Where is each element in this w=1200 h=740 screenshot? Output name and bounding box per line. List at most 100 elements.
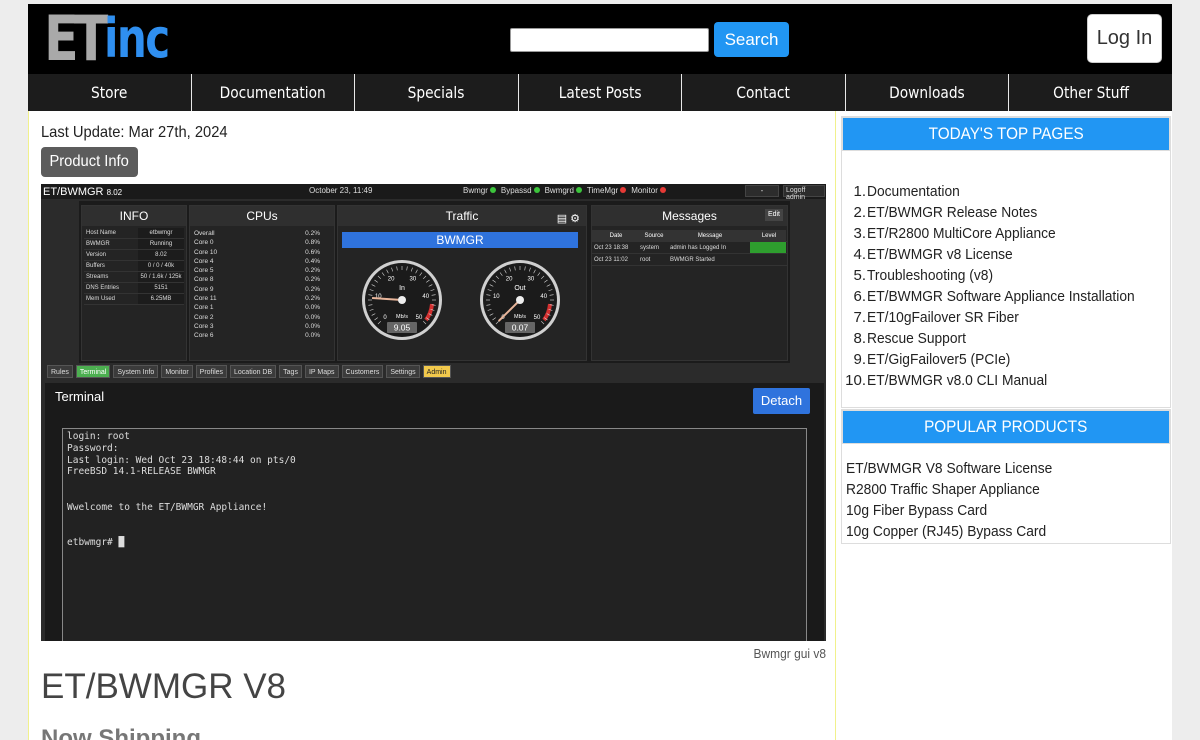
gui-tab: Monitor	[161, 365, 193, 378]
gui-tab: Admin	[422, 365, 451, 378]
nav-item-latest-posts[interactable]: Latest Posts	[518, 74, 683, 111]
messages-header-cell: Level	[750, 230, 786, 241]
top-page-link[interactable]: 1.Documentation	[842, 181, 1158, 202]
top-pages-title: TODAY'S TOP PAGES	[842, 117, 1170, 151]
gui-cpus-title: CPUs	[190, 206, 334, 226]
top-page-link[interactable]: 10.ET/BWMGR v8.0 CLI Manual	[842, 370, 1158, 391]
nav-item-contact[interactable]: Contact	[682, 74, 846, 111]
info-value: 5151	[138, 283, 184, 293]
gui-tab: Tags	[279, 365, 302, 378]
info-row: DNS Entries 5151	[84, 283, 184, 294]
top-page-label: ET/BWMGR v8.0 CLI Manual	[867, 372, 1048, 389]
message-cell: admin has Logged In	[670, 245, 727, 251]
top-page-link[interactable]: 3.ET/R2800 MultiCore Appliance	[842, 223, 1158, 244]
cpu-value: 0.6%	[305, 248, 320, 256]
cpu-row: Core 10 0.6%	[190, 248, 334, 257]
top-page-label: ET/10gFailover SR Fiber	[867, 309, 1019, 326]
gui-tabs: Rules Terminal System Info Monitor Profiles L…	[47, 365, 451, 379]
product-screenshot[interactable]: ET/BWMGR 8.02 October 23, 11:49 Bwmgr Byp…	[41, 184, 826, 641]
top-page-number: 6.	[853, 288, 866, 305]
top-page-link[interactable]: 8.Rescue Support	[842, 328, 1158, 349]
top-page-number: 9.	[853, 351, 866, 368]
gui-status-item: Bypassd	[501, 186, 540, 195]
last-update-text: Last Update: Mar 27th, 2024	[41, 124, 228, 141]
info-value: 8.02	[138, 250, 184, 260]
info-key: Host Name	[86, 230, 117, 236]
cpu-row: Core 0 0.8%	[190, 238, 334, 247]
nav-label: Store	[91, 83, 128, 102]
nav-item-specials[interactable]: Specials	[355, 74, 519, 111]
site-logo[interactable]: ET inc	[44, 8, 187, 70]
top-page-link[interactable]: 9.ET/GigFailover5 (PCIe)	[842, 349, 1158, 370]
search-input[interactable]	[510, 28, 709, 52]
messages-header-row: Date Source Message Level	[592, 230, 787, 242]
popular-product-link[interactable]: 10g Copper (RJ45) Bypass Card	[846, 521, 1052, 542]
cpu-name: Core 5	[194, 267, 214, 275]
product-info-button[interactable]: Product Info	[41, 147, 138, 177]
top-page-link[interactable]: 4.ET/BWMGR v8 License	[842, 244, 1158, 265]
top-page-number: 10.	[845, 372, 866, 389]
message-cell	[750, 254, 786, 265]
cpu-row: Overall 0.2%	[190, 229, 334, 238]
top-page-link[interactable]: 5.Troubleshooting (v8)	[842, 265, 1158, 286]
info-value: 50 / 1.6k / 125k	[138, 272, 184, 282]
info-value: 6.25MB	[138, 294, 184, 304]
top-page-label: ET/R2800 MultiCore Appliance	[867, 225, 1056, 242]
popular-product-link[interactable]: ET/BWMGR V8 Software License	[846, 458, 1052, 479]
top-page-label: Rescue Support	[867, 330, 966, 347]
gui-traffic-panel: Traffic▤ ⚙ BWMGR 01020304050InMb/s9.05 0…	[337, 205, 587, 361]
cpu-value: 0.0%	[305, 313, 320, 321]
gui-info-title: INFO	[82, 206, 186, 226]
status-dot-icon	[533, 187, 540, 193]
gui-tab: IP Maps	[304, 365, 339, 378]
cpu-name: Core 1	[194, 304, 214, 312]
main-nav: Store Documentation Specials Latest Post…	[28, 74, 1172, 111]
info-key: BWMGR	[86, 241, 110, 247]
gauge-tick-label: 20	[506, 277, 513, 283]
top-page-link[interactable]: 2.ET/BWMGR Release Notes	[842, 202, 1158, 223]
gui-info-panel: INFO Host Name etbwmgr BWMGR Running Version…	[81, 205, 187, 361]
nav-label: Documentation	[219, 83, 326, 102]
gauge-tick-label: 40	[540, 294, 547, 300]
gui-date: October 23, 11:49	[309, 186, 373, 195]
info-key: Version	[86, 252, 107, 258]
message-cell: system	[640, 245, 660, 251]
gui-bwmgr-bar: BWMGR	[342, 232, 578, 248]
nav-item-documentation[interactable]: Documentation	[191, 74, 356, 111]
cpu-value: 0.8%	[305, 239, 320, 247]
cpu-value: 0.2%	[305, 285, 320, 293]
top-page-number: 5.	[853, 267, 866, 284]
info-key: Mem Used	[86, 296, 116, 302]
popular-product-link[interactable]: 10g Fiber Bypass Card	[846, 500, 1052, 521]
top-page-link[interactable]: 6.ET/BWMGR Software Appliance Installati…	[842, 286, 1158, 307]
gui-terminal: Terminal Detach login: root Password: La…	[45, 383, 824, 641]
nav-label: Latest Posts	[558, 83, 642, 102]
popular-product-link[interactable]: R2800 Traffic Shaper Appliance	[846, 479, 1052, 500]
message-cell: Oct 23 11:02	[594, 257, 628, 263]
top-page-number: 3.	[853, 225, 866, 242]
top-page-link[interactable]: 7.ET/10gFailover SR Fiber	[842, 307, 1158, 328]
search-button[interactable]: Search	[714, 22, 789, 57]
cpu-row: Core 2 0.0%	[190, 313, 334, 322]
gauge-label: In	[399, 285, 405, 292]
gui-status-item: TimeMgr	[587, 186, 627, 195]
gui-minimize-button: -	[745, 185, 779, 197]
status-dot-icon	[575, 187, 582, 193]
gauge-value: 9.05	[394, 323, 411, 333]
cpu-value: 0.2%	[305, 267, 320, 275]
cpu-row: Core 5 0.2%	[190, 266, 334, 275]
info-row: Streams 50 / 1.6k / 125k	[84, 272, 184, 283]
info-value: Running	[138, 239, 184, 249]
gauge-in: 01020 304050InMb/s9.05	[362, 260, 442, 340]
nav-item-store[interactable]: Store	[28, 74, 192, 111]
top-pages-list: 1.Documentation 2.ET/BWMGR Release Notes 3…	[842, 181, 1158, 391]
cpu-value: 0.2%	[305, 230, 320, 237]
nav-item-downloads[interactable]: Downloads	[845, 74, 1010, 111]
cpu-name: Core 11	[194, 295, 217, 303]
cpu-row: Core 9 0.2%	[190, 285, 334, 294]
status-dot-icon	[489, 187, 496, 193]
nav-label: Specials	[408, 83, 465, 102]
login-button[interactable]: Log In	[1087, 14, 1162, 63]
cpu-row: Core 6 0.0%	[190, 331, 334, 340]
nav-item-other-stuff[interactable]: Other Stuff	[1009, 74, 1172, 111]
